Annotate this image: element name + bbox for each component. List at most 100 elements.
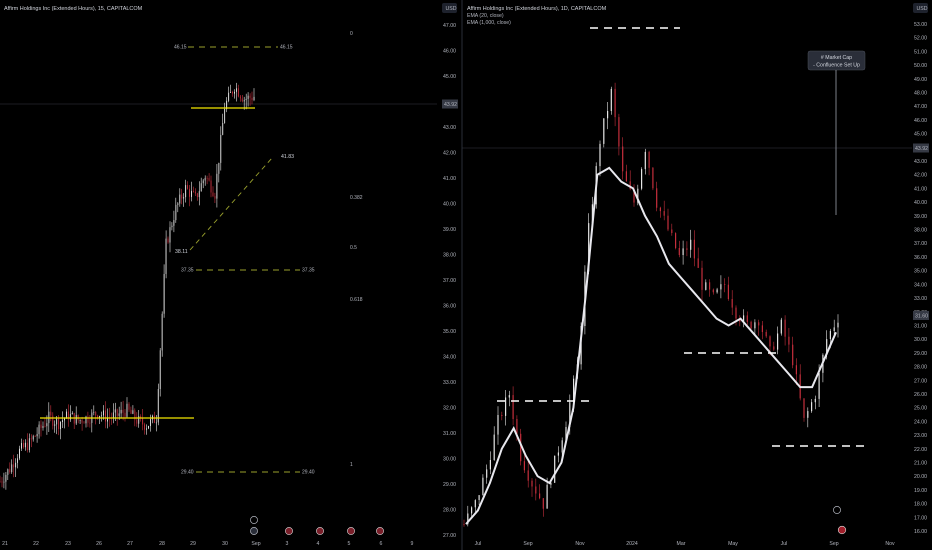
candle-body xyxy=(26,442,28,451)
price-tick-label: 28.00 xyxy=(443,508,456,514)
right-price-axis[interactable]: 53.00 52.00 51.00 50.00 49.00 48.00 47.00 46.00… xyxy=(914,22,927,535)
candle-body xyxy=(531,480,533,487)
flag-icon[interactable] xyxy=(347,527,355,535)
candle-body xyxy=(206,177,208,179)
candle-body xyxy=(222,123,224,135)
event-markers[interactable] xyxy=(250,516,384,535)
price-tick-label: 35.00 xyxy=(443,329,456,335)
candle-body xyxy=(128,403,130,410)
fib-ratio-0: 0 xyxy=(350,31,353,37)
candle-body xyxy=(214,196,216,199)
flag-icon[interactable] xyxy=(376,527,384,535)
price-tick-label: 34.00 xyxy=(914,282,927,288)
candle-body xyxy=(19,448,20,459)
fib-ratio-05: 0.5 xyxy=(350,245,357,251)
candle-body xyxy=(212,192,214,196)
candle-body xyxy=(40,424,42,428)
right-chart[interactable]: Affirm Holdings Inc (Extended Hours), 1D… xyxy=(462,3,929,547)
candle-body xyxy=(202,180,204,184)
price-tick-label: 47.00 xyxy=(914,104,927,110)
candle-body xyxy=(652,167,654,189)
flag-icon[interactable] xyxy=(837,525,847,535)
candle-body xyxy=(79,419,81,421)
earnings-icon[interactable] xyxy=(833,506,841,514)
candle-body xyxy=(75,415,77,424)
candle-body xyxy=(237,88,239,97)
candle-body xyxy=(177,203,179,205)
candle-body xyxy=(171,225,173,228)
time-tick-label: 30 xyxy=(222,541,228,547)
fib-level-29-40: 29.40 29.40 xyxy=(181,470,315,476)
candle-body xyxy=(656,188,658,208)
candle-body xyxy=(144,424,145,430)
left-candles xyxy=(0,82,255,490)
time-tick-label: 26 xyxy=(96,541,102,547)
candle-body xyxy=(28,438,30,451)
right-time-axis[interactable]: Jul Sep Nov 2024 Mar May Jul Sep Nov xyxy=(475,541,895,547)
candle-body xyxy=(516,419,518,434)
flag-icon[interactable] xyxy=(316,527,324,535)
price-tick-label: 16.00 xyxy=(914,529,927,535)
price-tick-label: 38.00 xyxy=(443,253,456,259)
candle-body xyxy=(758,322,760,326)
candle-body xyxy=(24,442,26,448)
candle-body xyxy=(750,321,752,329)
candle-body xyxy=(232,92,233,94)
candle-body xyxy=(818,372,820,399)
candle-body xyxy=(196,193,198,197)
price-tick-label: 47.00 xyxy=(443,23,456,29)
candle-body xyxy=(720,284,722,290)
fib-ratio-0382: 0.382 xyxy=(350,195,363,201)
candle-body xyxy=(64,418,65,421)
candle-body xyxy=(15,462,17,468)
fib-level-label-left: 37.35 xyxy=(181,268,194,274)
flag-icon[interactable] xyxy=(285,527,293,535)
candle-body xyxy=(179,194,181,204)
candle-body xyxy=(138,416,140,424)
candle-body xyxy=(523,461,525,471)
time-tick-label: Jul xyxy=(475,541,482,547)
earnings-icon[interactable] xyxy=(250,516,258,524)
price-tick-label: 41.00 xyxy=(443,176,456,182)
price-tick-label: 45.00 xyxy=(914,132,927,138)
candle-body xyxy=(58,418,60,430)
left-price-badge-text: 43.92 xyxy=(444,102,457,108)
candle-body xyxy=(181,194,183,199)
price-tick-label: 21.00 xyxy=(914,461,927,467)
market-cap-callout[interactable]: # Market Cap - Confluence Set Up xyxy=(807,50,866,215)
price-tick-label: 24.00 xyxy=(914,419,927,425)
candle-body xyxy=(44,426,46,427)
left-time-axis[interactable]: 21 22 23 26 27 28 29 30 Sep 3 4 5 6 9 xyxy=(2,541,413,547)
candle-body xyxy=(607,111,609,119)
candle-body xyxy=(599,143,601,167)
price-tick-label: 27.00 xyxy=(443,533,456,539)
candle-body xyxy=(539,493,541,499)
candle-body xyxy=(11,464,13,473)
price-tick-label: 17.00 xyxy=(914,515,927,521)
chart-canvas[interactable]: Affirm Holdings Inc (Extended Hours), 15… xyxy=(0,0,932,550)
candle-body xyxy=(3,481,5,483)
candle-body xyxy=(803,398,805,418)
candle-body xyxy=(112,412,114,418)
candle-body xyxy=(198,191,200,198)
callout-line-2: - Confluence Set Up xyxy=(813,63,860,69)
price-tick-label: 46.00 xyxy=(443,49,456,55)
candle-body xyxy=(716,289,718,293)
candle-body xyxy=(648,151,650,168)
time-tick-label: Sep xyxy=(251,541,260,547)
candle-body xyxy=(761,325,763,332)
candle-body xyxy=(200,183,202,192)
dividend-icon[interactable] xyxy=(250,527,258,535)
candle-body xyxy=(93,411,95,413)
candle-body xyxy=(784,319,786,337)
candle-body xyxy=(625,171,627,182)
candle-body xyxy=(159,350,161,389)
candle-body xyxy=(682,248,684,255)
candle-body xyxy=(34,436,36,437)
candle-body xyxy=(735,307,737,319)
candle-body xyxy=(249,95,251,98)
left-chart[interactable]: Affirm Holdings Inc (Extended Hours), 15… xyxy=(0,3,458,547)
time-tick-label: Mar xyxy=(677,541,686,547)
price-tick-label: 26.00 xyxy=(914,392,927,398)
candle-body xyxy=(95,411,97,416)
